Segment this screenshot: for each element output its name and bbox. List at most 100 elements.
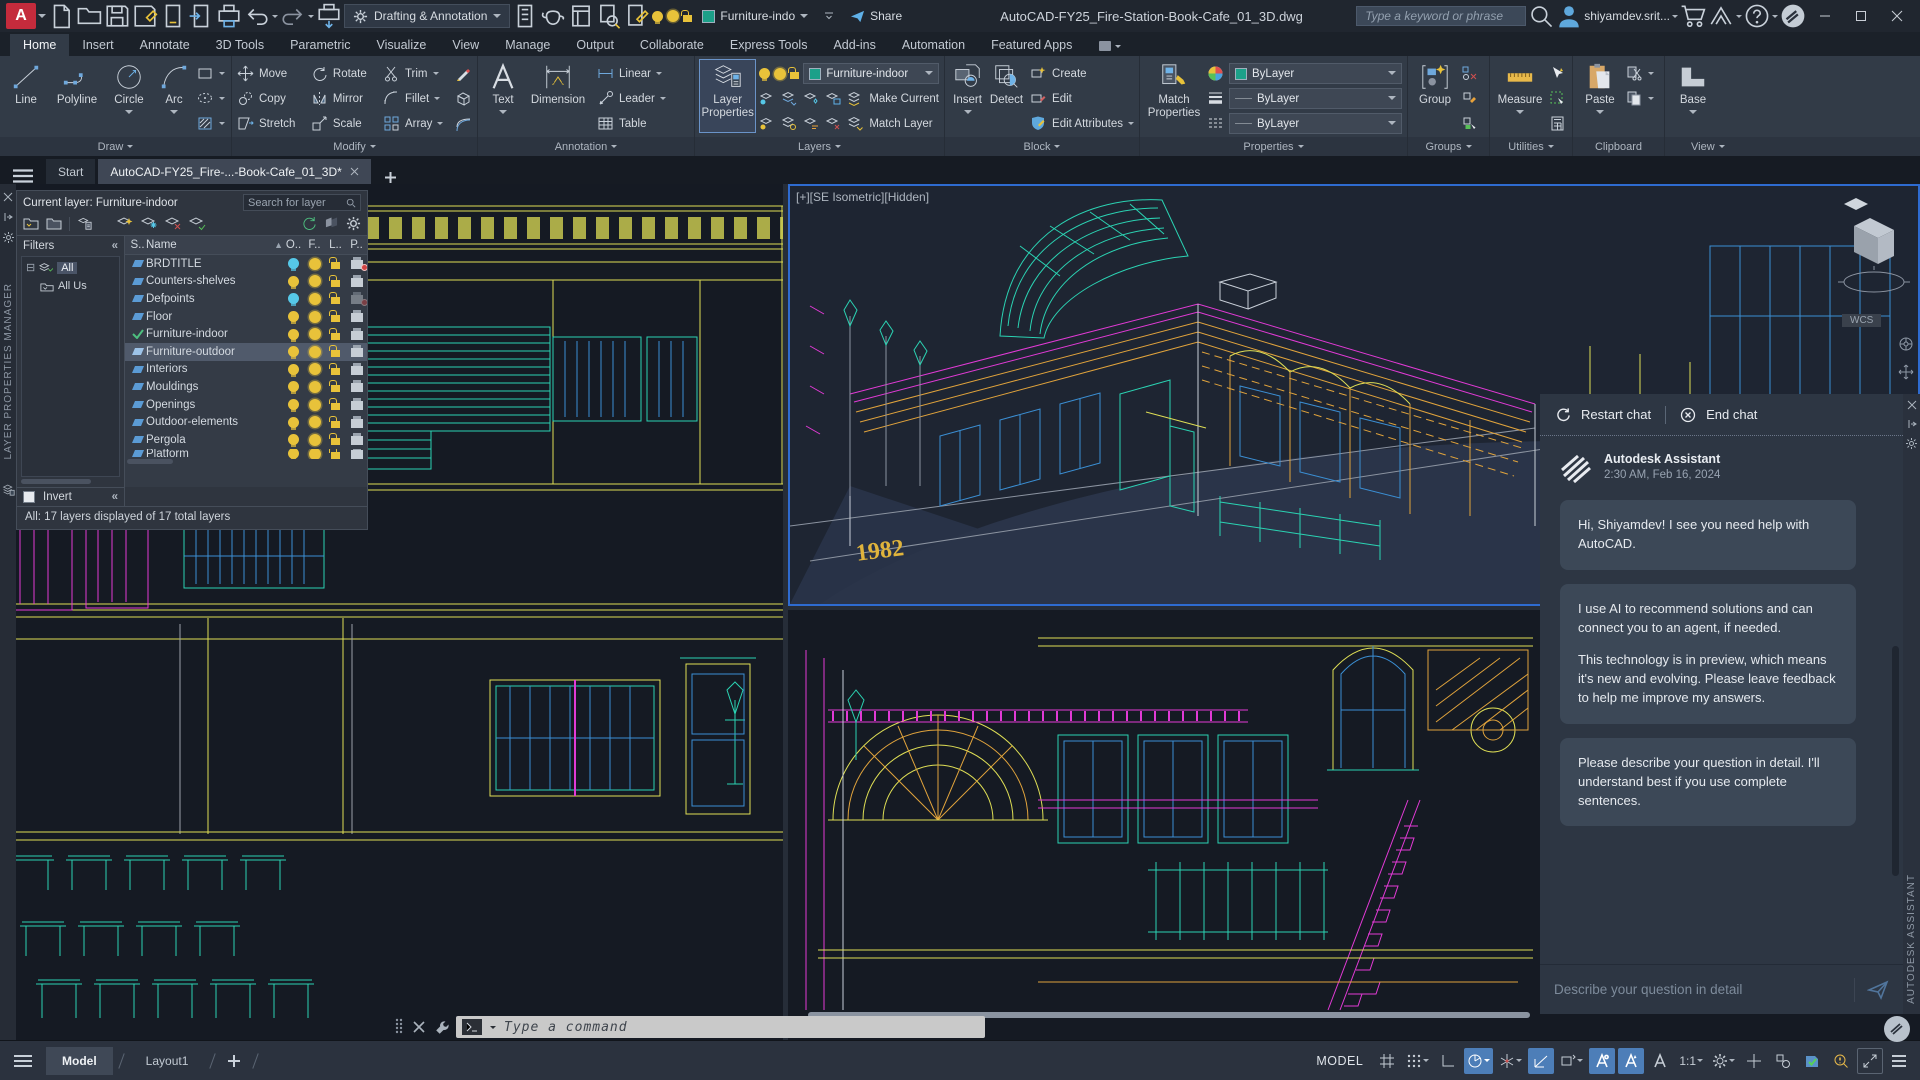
qat-layer-chip[interactable]: Furniture-indo <box>652 5 814 28</box>
freeze-icon[interactable] <box>308 345 321 358</box>
lineweight-row[interactable]: ByLayer <box>1207 87 1402 110</box>
store-cart-icon[interactable] <box>1680 3 1706 29</box>
tab-express-tools[interactable]: Express Tools <box>717 34 821 56</box>
arc-button[interactable]: Arc <box>155 60 193 118</box>
palette-layers-icon[interactable] <box>2 483 15 497</box>
close-button[interactable] <box>1880 3 1914 29</box>
lock-icon[interactable] <box>329 415 340 428</box>
ellipse-tool[interactable] <box>197 87 225 110</box>
fillet-button[interactable]: Fillet <box>383 87 453 110</box>
plot-icon[interactable] <box>350 448 363 459</box>
lock-icon[interactable] <box>329 380 340 393</box>
end-chat-icon[interactable] <box>1680 407 1696 423</box>
export-icon[interactable] <box>188 3 214 29</box>
layer-states-manager-icon[interactable] <box>77 217 93 231</box>
restart-chat-icon[interactable] <box>1556 407 1571 422</box>
bulb-icon[interactable] <box>288 363 299 377</box>
autocad-logo[interactable]: A <box>6 3 36 29</box>
plot-icon[interactable] <box>160 3 186 29</box>
quick-select-button[interactable] <box>1549 62 1566 85</box>
bulb-icon[interactable] <box>759 68 771 81</box>
customization-icon[interactable] <box>1886 1048 1912 1074</box>
workspace-caret[interactable] <box>493 13 502 22</box>
send-icon[interactable] <box>1867 979 1889 1001</box>
stretch-button[interactable]: Stretch <box>237 112 309 135</box>
panel-label-annotation[interactable]: Annotation <box>478 137 694 156</box>
bulb-icon[interactable] <box>288 275 299 289</box>
plot-icon[interactable] <box>350 433 363 446</box>
paste-button[interactable]: Paste <box>1578 60 1622 118</box>
freeze-icon[interactable] <box>308 433 321 446</box>
rotate-button[interactable]: Rotate <box>311 62 381 85</box>
save-as-icon[interactable] <box>132 3 158 29</box>
layer-search-input[interactable]: Search for layer <box>243 194 361 211</box>
sun-icon[interactable] <box>774 67 787 80</box>
group-button[interactable]: Group <box>1413 60 1457 107</box>
trim-button[interactable]: Trim <box>383 62 453 85</box>
freeze-icon[interactable] <box>308 448 321 459</box>
layer-row[interactable]: Mouldings <box>125 378 367 396</box>
match-properties-button[interactable]: Match Properties <box>1145 60 1203 120</box>
rectangle-tool[interactable] <box>197 62 225 85</box>
tab-collaborate[interactable]: Collaborate <box>627 34 717 56</box>
freeze-icon[interactable] <box>308 310 321 323</box>
ungroup-button[interactable] <box>1461 62 1478 85</box>
plot-icon[interactable] <box>350 415 363 428</box>
collapse-icon[interactable]: « <box>112 491 118 503</box>
lock-icon[interactable] <box>329 398 340 411</box>
linear-dimension-tool[interactable]: Linear <box>597 62 666 85</box>
tab-featured-apps[interactable]: Featured Apps <box>978 34 1085 56</box>
chat-pin-icon[interactable] <box>1907 419 1917 429</box>
leader-tool[interactable]: Leader <box>597 87 666 110</box>
object-snap-tracking-toggle[interactable] <box>1528 1047 1555 1074</box>
group-select-button[interactable] <box>1461 112 1478 135</box>
tab-view[interactable]: View <box>439 34 492 56</box>
maximize-button[interactable] <box>1844 3 1878 29</box>
graphics-performance-icon[interactable] <box>1799 1048 1825 1074</box>
user-avatar-icon[interactable] <box>1556 3 1582 29</box>
table-tool[interactable]: Table <box>597 112 666 135</box>
lock-icon[interactable] <box>329 292 340 305</box>
command-prompt-icon[interactable] <box>462 1019 482 1035</box>
chat-input[interactable]: Describe your question in detail <box>1554 982 1842 997</box>
panel-label-properties[interactable]: Properties <box>1140 137 1407 156</box>
command-input[interactable]: Type a command <box>456 1016 985 1038</box>
clean-screen-icon[interactable] <box>1857 1047 1883 1074</box>
freeze-icon[interactable] <box>308 363 321 376</box>
lock-icon[interactable] <box>329 362 340 375</box>
edit-doc-icon[interactable] <box>624 3 650 29</box>
set-current-layer-icon[interactable] <box>189 216 206 231</box>
annotation-scale-icon[interactable] <box>1647 1048 1673 1074</box>
erase-button[interactable] <box>455 62 472 85</box>
command-close-icon[interactable] <box>413 1021 425 1033</box>
freeze-icon[interactable] <box>308 275 321 288</box>
bulb-icon[interactable] <box>288 381 299 395</box>
settings-gear-icon[interactable] <box>346 216 361 231</box>
logo-menu-caret[interactable] <box>38 13 46 22</box>
edit-attributes-button[interactable]: Edit Attributes <box>1030 112 1134 135</box>
find-icon[interactable] <box>596 3 622 29</box>
bulb-icon[interactable] <box>288 293 299 307</box>
sheet-icon[interactable] <box>512 3 538 29</box>
layer-row[interactable]: Interiors <box>125 361 367 379</box>
notifications-icon[interactable] <box>1828 1048 1854 1074</box>
layer-row-current[interactable]: Furniture-indoor <box>125 325 367 343</box>
lock-icon[interactable] <box>329 310 340 323</box>
lock-icon[interactable] <box>329 257 340 270</box>
tab-insert[interactable]: Insert <box>69 34 126 56</box>
palette-pin-icon[interactable] <box>3 212 13 222</box>
tab-annotate[interactable]: Annotate <box>127 34 203 56</box>
new-layer-icon[interactable] <box>117 216 134 231</box>
offset-button[interactable] <box>455 112 472 135</box>
array-button[interactable]: Array <box>383 112 453 135</box>
chat-close-icon[interactable] <box>1907 400 1917 410</box>
annotation-visibility-toggle[interactable] <box>1589 1047 1616 1074</box>
layer-row[interactable]: Defpoints <box>125 290 367 308</box>
table-scrollbar[interactable] <box>127 459 173 465</box>
viewport-label[interactable]: [+][SE Isometric][Hidden] <box>796 190 929 204</box>
new-property-filter-icon[interactable] <box>23 217 39 231</box>
apps-caret[interactable] <box>1736 14 1742 21</box>
panel-label-draw[interactable]: Draw <box>0 137 231 156</box>
plot-icon[interactable] <box>350 327 363 340</box>
command-drag-handle[interactable] <box>395 1018 403 1036</box>
